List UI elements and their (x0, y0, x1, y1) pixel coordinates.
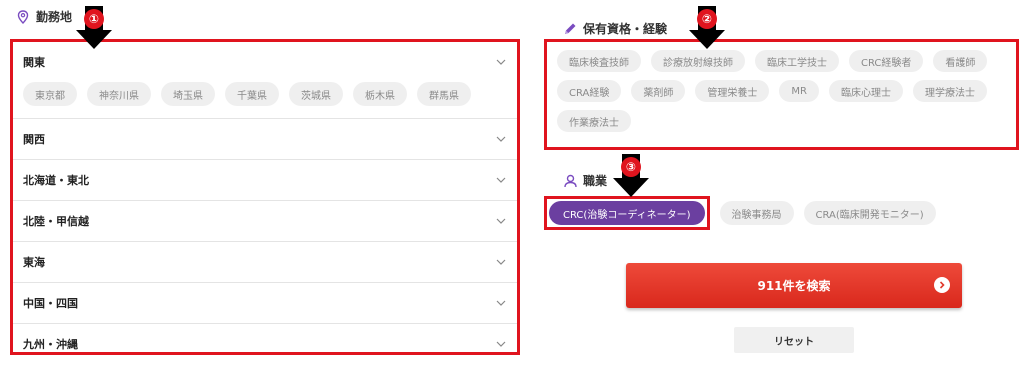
region-toggle[interactable]: 北陸・甲信越 (13, 201, 517, 241)
qualification-chip[interactable]: 臨床工学技士 (755, 50, 839, 72)
job-type-chip-list: CRC(治験コーディネーター) 治験事務局 CRA(臨床開発モニター) (544, 196, 936, 230)
chevron-right-icon (934, 277, 950, 293)
chevron-down-icon (495, 133, 507, 145)
qualification-chip[interactable]: CRC経験者 (849, 50, 924, 72)
annotation-arrow-2: ② (688, 6, 726, 50)
chevron-down-icon (495, 174, 507, 186)
region-label: 北陸・甲信越 (23, 215, 89, 228)
annotation-arrow-3: ③ (612, 154, 650, 198)
annotation-arrow-1: ① (75, 6, 113, 50)
qualification-chip[interactable]: 理学療法士 (912, 80, 987, 102)
qualification-chip[interactable]: 作業療法士 (557, 110, 631, 132)
region-label: 九州・沖縄 (23, 338, 78, 351)
annotation-number-2: ② (697, 9, 717, 29)
chevron-down-icon (495, 56, 507, 68)
work-location-title: 勤務地 (36, 10, 73, 24)
job-type-title: 職業 (583, 174, 608, 188)
qualification-chip-list: 臨床検査技師 診療放射線技師 臨床工学技士 CRC経験者 看護師 CRA経験 薬剤師 管理栄養… (544, 39, 1019, 150)
chevron-down-icon (495, 338, 507, 350)
map-pin-icon (16, 9, 30, 24)
prefecture-chip[interactable]: 埼玉県 (161, 82, 215, 106)
region-label: 北海道・東北 (23, 174, 89, 187)
region-item: 関東東京都 神奈川県 埼玉県 千葉県 茨城県 栃木県 群馬県 (13, 42, 517, 119)
prefecture-chip[interactable]: 栃木県 (353, 82, 407, 106)
region-label: 関東 (23, 56, 45, 69)
pencil-icon (563, 22, 577, 36)
qualification-chip[interactable]: MR (779, 80, 819, 102)
prefecture-chip[interactable]: 神奈川県 (87, 82, 151, 106)
search-button[interactable]: 911件を検索 (626, 263, 962, 308)
qualification-chip[interactable]: CRA経験 (557, 80, 622, 102)
job-highlight-box: CRC(治験コーディネーター) (544, 196, 710, 230)
reset-button[interactable]: リセット (734, 327, 854, 353)
region-item: 東海 (13, 242, 517, 283)
prefecture-chip[interactable]: 群馬県 (417, 82, 471, 106)
region-label: 関西 (23, 133, 45, 146)
region-toggle[interactable]: 北海道・東北 (13, 160, 517, 200)
chevron-down-icon (495, 297, 507, 309)
prefecture-chip[interactable]: 千葉県 (225, 82, 279, 106)
annotation-number-3: ③ (621, 157, 641, 177)
chevron-down-icon (495, 256, 507, 268)
region-toggle[interactable]: 九州・沖縄 (13, 324, 517, 364)
region-label: 中国・四国 (23, 297, 78, 310)
region-toggle[interactable]: 東海 (13, 242, 517, 282)
job-chip-office[interactable]: 治験事務局 (719, 201, 794, 225)
annotation-number-1: ① (84, 9, 104, 29)
qualifications-header: 保有資格・経験 (563, 20, 667, 37)
region-item: 中国・四国 (13, 283, 517, 324)
region-label: 東海 (23, 256, 45, 269)
job-chip-crc[interactable]: CRC(治験コーディネーター) (549, 201, 705, 225)
chevron-down-icon (495, 215, 507, 227)
qualification-chip[interactable]: 臨床心理士 (828, 80, 903, 102)
search-button-label: 911件を検索 (757, 279, 831, 293)
region-toggle[interactable]: 中国・四国 (13, 283, 517, 323)
qualification-chip[interactable]: 薬剤師 (631, 80, 686, 102)
qualification-chip[interactable]: 管理栄養士 (695, 80, 770, 102)
region-item: 北陸・甲信越 (13, 201, 517, 242)
prefecture-chip[interactable]: 茨城県 (289, 82, 343, 106)
prefecture-chip-list: 東京都 神奈川県 埼玉県 千葉県 茨城県 栃木県 群馬県 (13, 82, 517, 118)
qualification-chip[interactable]: 看護師 (933, 50, 988, 72)
region-item: 九州・沖縄 (13, 324, 517, 364)
region-item: 北海道・東北 (13, 160, 517, 201)
prefecture-chip[interactable]: 東京都 (23, 82, 77, 106)
region-list: 関東東京都 神奈川県 埼玉県 千葉県 茨城県 栃木県 群馬県関西北海道・東北 北陸・甲信越 東海… (10, 39, 520, 355)
person-icon (563, 174, 577, 188)
region-toggle[interactable]: 関西 (13, 119, 517, 159)
qualification-chip[interactable]: 診療放射線技師 (651, 50, 745, 72)
region-item: 関西 (13, 119, 517, 160)
qualifications-title: 保有資格・経験 (583, 22, 668, 36)
job-type-header: 職業 (563, 172, 607, 189)
qualification-chip[interactable]: 臨床検査技師 (557, 50, 641, 72)
work-location-header: 勤務地 (16, 8, 72, 25)
job-chip-cra[interactable]: CRA(臨床開発モニター) (803, 201, 936, 225)
